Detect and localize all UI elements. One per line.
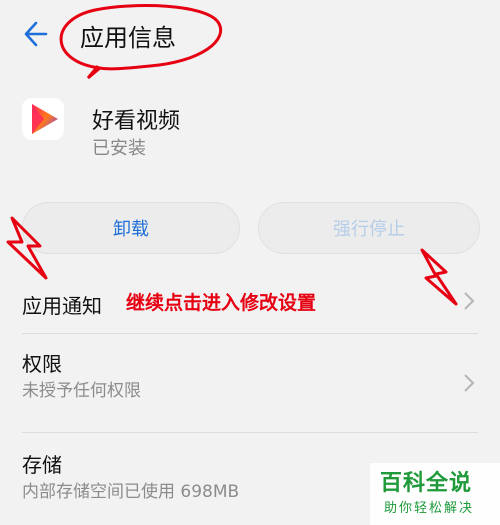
app-name: 好看视频 xyxy=(92,109,181,134)
watermark: 百科全说 助你轻松解决 xyxy=(370,463,500,525)
chevron-right-icon xyxy=(464,292,475,310)
page-title: 应用信息 xyxy=(80,24,176,52)
row-title: 存储 xyxy=(22,453,62,477)
play-logo-icon xyxy=(32,104,58,134)
app-icon xyxy=(22,98,64,140)
uninstall-button[interactable]: 卸载 xyxy=(22,202,240,254)
row-subtitle: 内部存储空间已使用 698MB xyxy=(22,482,240,502)
row-title: 应用通知 xyxy=(22,294,102,318)
watermark-subtitle: 助你轻松解决 xyxy=(384,501,475,516)
row-title: 权限 xyxy=(22,352,62,376)
watermark-title: 百科全说 xyxy=(380,471,473,496)
row-subtitle: 未授予任何权限 xyxy=(22,381,141,401)
app-install-status: 已安装 xyxy=(92,138,146,159)
annotation-text: 继续点击进入修改设置 xyxy=(126,292,317,314)
row-permissions[interactable]: 权限 未授予任何权限 xyxy=(0,334,500,432)
chevron-right-icon xyxy=(464,374,475,392)
